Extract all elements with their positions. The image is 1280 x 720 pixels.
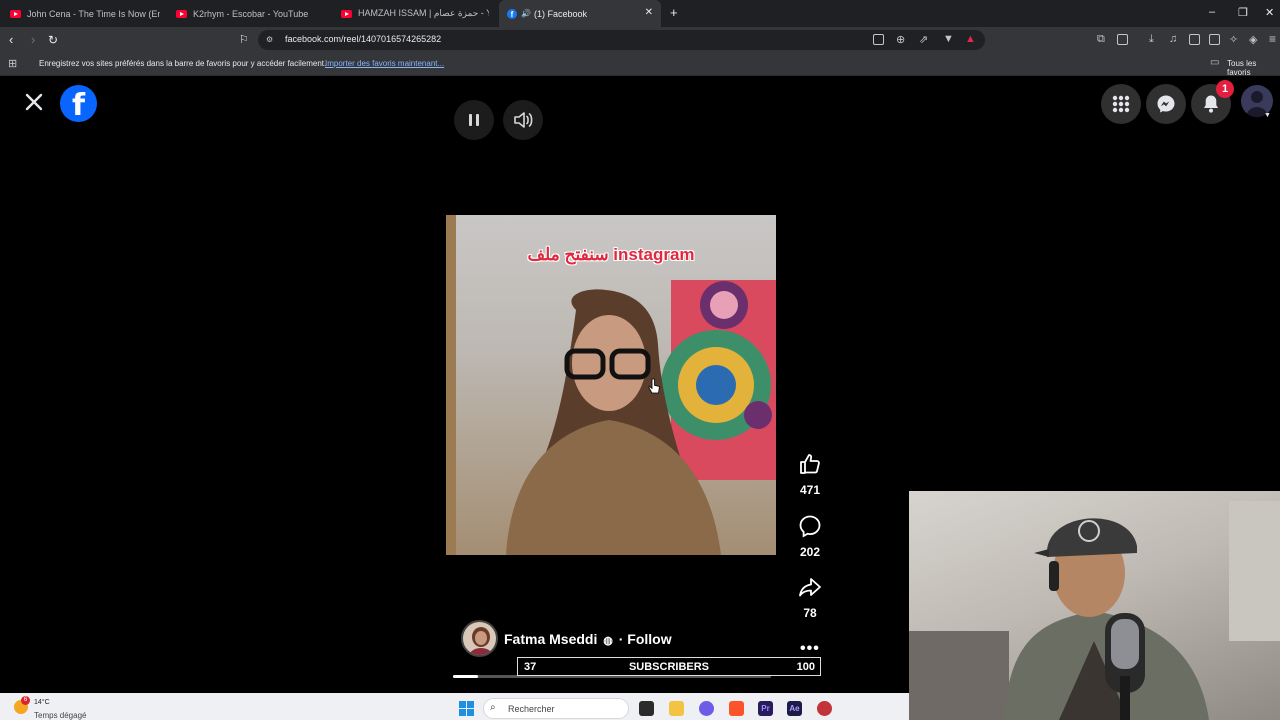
reload-button[interactable]: ↻ <box>48 33 58 47</box>
share-count: 78 <box>803 606 817 620</box>
youtube-icon <box>176 9 187 18</box>
speaker-icon: 🔊 <box>521 9 531 18</box>
tab-facebook[interactable]: f 🔊 (1) Facebook ✕ <box>499 0 661 27</box>
pause-icon <box>469 114 479 126</box>
messenger-button[interactable] <box>1146 84 1186 124</box>
forward-button[interactable]: › <box>31 33 35 47</box>
like-count: 471 <box>799 483 821 497</box>
facebook-logo[interactable]: f <box>60 85 97 122</box>
tab-title: K2rhym - Escobar - YouTube <box>193 8 309 19</box>
tab-k2rhym[interactable]: K2rhym - Escobar - YouTube <box>176 0 326 27</box>
video-caption: سنفتح ملف instagram <box>527 245 695 264</box>
volume-icon <box>514 112 533 128</box>
premiere-pro-icon[interactable]: Pr <box>758 701 773 716</box>
notification-badge: 1 <box>1216 80 1234 98</box>
taskbar-search[interactable] <box>483 698 629 719</box>
share-action[interactable]: 78 <box>792 575 828 620</box>
bell-icon <box>1204 95 1218 113</box>
file-explorer-icon[interactable] <box>669 701 684 716</box>
folder-icon: ▭ <box>1210 57 1220 68</box>
author-name[interactable]: Fatma Mseddi <box>504 631 597 647</box>
search-icon: ⌕ <box>490 702 496 713</box>
menu-grid-button[interactable] <box>1101 84 1141 124</box>
facebook-icon: f <box>507 8 517 19</box>
share-icon[interactable]: ⇗ <box>919 33 928 46</box>
bookmarks-prompt: Enregistrez vos sites préférés dans la b… <box>39 59 327 68</box>
tab-title: (1) Facebook <box>533 8 587 19</box>
bookmark-icon[interactable]: ⚐ <box>239 33 249 47</box>
media-icon[interactable]: ♫ <box>1169 33 1177 45</box>
davinci-resolve-icon[interactable] <box>817 701 832 716</box>
author-photo <box>463 622 496 655</box>
subscriber-label: SUBSCRIBERS <box>628 661 710 673</box>
youtube-icon <box>10 9 21 18</box>
comment-action[interactable]: 202 <box>792 514 828 559</box>
all-bookmarks-link[interactable]: Tous les favoris <box>1227 59 1280 77</box>
vpn-icon[interactable]: ◈ <box>1249 33 1257 46</box>
tab-john-cena[interactable]: John Cena - The Time Is Now (Entran <box>10 0 160 27</box>
volume-button[interactable] <box>503 100 543 140</box>
leo-ai-icon[interactable]: ✧ <box>1229 33 1238 46</box>
video-frame <box>446 215 776 555</box>
author-avatar[interactable] <box>461 620 498 657</box>
discord-icon[interactable] <box>699 701 714 716</box>
weather-badge: 6 <box>21 696 30 705</box>
subscriber-goal: 100 <box>796 661 815 673</box>
after-effects-icon[interactable]: Ae <box>787 701 802 716</box>
extensions-icon[interactable]: ⧉ <box>1097 33 1105 46</box>
weather-temperature[interactable]: 14°C <box>34 699 50 706</box>
share-arrow-icon <box>799 578 821 597</box>
sidebar-icon[interactable] <box>1189 34 1200 45</box>
url-text[interactable]: facebook.com/reel/1407016574265282 <box>285 34 441 44</box>
tab-title: HAMZAH ISSAM | حمزة عصام - YouTu <box>358 8 489 18</box>
thumbs-up-icon <box>800 454 820 474</box>
close-reel-icon[interactable] <box>24 92 44 112</box>
minimize-button[interactable]: – <box>1209 6 1215 18</box>
chevron-down-icon[interactable]: ▼ <box>1264 112 1271 119</box>
pause-button[interactable] <box>454 100 494 140</box>
close-tab-icon[interactable]: ✕ <box>645 7 653 18</box>
task-view-icon[interactable] <box>639 701 654 716</box>
new-tab-button[interactable]: + <box>670 5 678 20</box>
downloads-icon[interactable]: ⤓ <box>1149 33 1154 46</box>
follow-button[interactable]: · Follow <box>619 631 672 647</box>
like-action[interactable]: 471 <box>792 452 828 497</box>
restore-button[interactable]: ❐ <box>1238 6 1248 19</box>
close-window-button[interactable]: ✕ <box>1265 6 1274 19</box>
import-bookmarks-link[interactable]: Importer des favoris maintenant... <box>325 59 444 68</box>
video-progress-fill <box>453 675 479 678</box>
reel-video[interactable]: سنفتح ملف instagram <box>446 215 776 555</box>
subscriber-goal-overlay: 37 SUBSCRIBERS 100 <box>517 657 821 676</box>
public-globe-icon: ◍ <box>603 635 613 647</box>
webcam-frame <box>909 501 1280 720</box>
brave-browser-icon[interactable] <box>729 701 744 716</box>
tab-title: John Cena - The Time Is Now (Entran <box>27 8 160 19</box>
youtube-icon <box>341 9 352 18</box>
comment-count: 202 <box>799 545 821 559</box>
cast-icon[interactable] <box>873 34 884 45</box>
back-button[interactable]: ‹ <box>9 33 13 47</box>
grid-icon <box>1112 95 1130 113</box>
brave-shield-icon[interactable]: ▼ <box>943 33 954 45</box>
reading-list-icon[interactable] <box>1117 34 1128 45</box>
comment-icon <box>799 515 821 538</box>
brave-rewards-icon[interactable]: ▲ <box>965 33 976 45</box>
search-placeholder: Rechercher <box>508 704 555 714</box>
site-info-icon[interactable]: ⚙ <box>266 35 273 44</box>
tab-hamzah[interactable]: HAMZAH ISSAM | حمزة عصام - YouTu <box>341 0 489 27</box>
weather-description[interactable]: Temps dégagé <box>34 711 86 720</box>
messenger-icon <box>1157 95 1175 113</box>
apps-grid-icon[interactable]: ⊞ <box>8 57 17 70</box>
more-options-icon[interactable]: ••• <box>800 640 820 658</box>
webcam-feed <box>909 491 1280 720</box>
wallet-icon[interactable] <box>1209 34 1220 45</box>
zoom-icon[interactable]: ⊕ <box>896 33 905 46</box>
menu-icon[interactable]: ≡ <box>1269 32 1276 46</box>
windows-start-icon[interactable] <box>459 701 474 716</box>
hand-cursor-icon <box>648 378 660 394</box>
author-line: Fatma Mseddi ◍ · Follow <box>504 631 672 647</box>
